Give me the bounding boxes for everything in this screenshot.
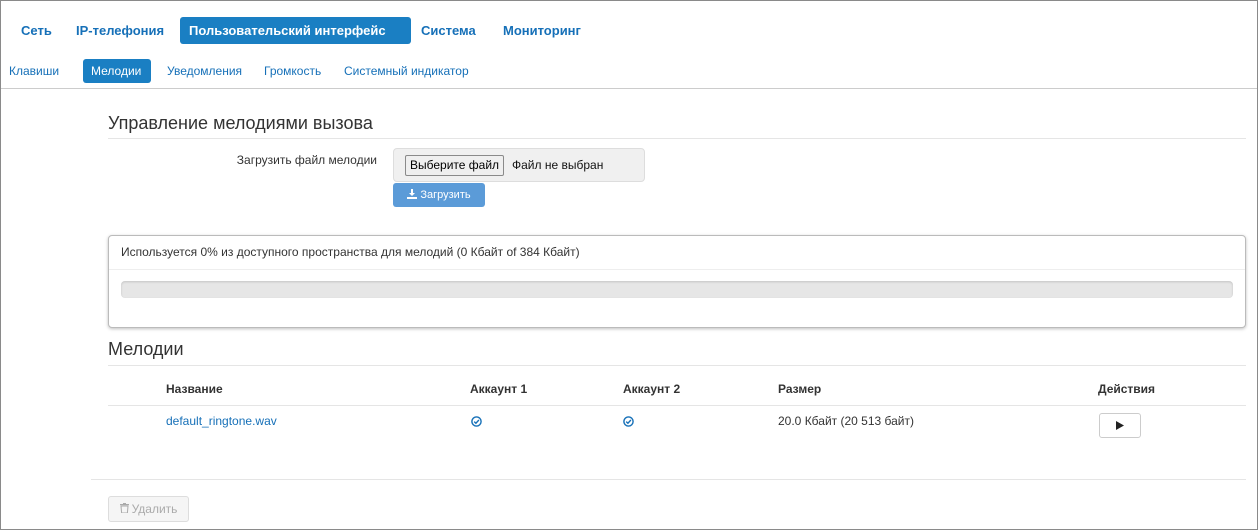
upload-button-label: Загрузить — [420, 189, 471, 201]
nav-user-interface[interactable]: Пользовательский интерфейс — [180, 17, 411, 44]
subnav-melodies[interactable]: Мелодии — [83, 59, 151, 83]
app-frame: Сеть IP-телефония Пользовательский интер… — [0, 0, 1258, 530]
column-header-size: Размер — [778, 382, 822, 396]
upload-button[interactable]: Загрузить — [393, 183, 485, 207]
footer-divider — [91, 479, 1246, 480]
section-divider — [108, 138, 1246, 139]
nav-network[interactable]: Сеть — [12, 17, 61, 44]
storage-panel-header: Используется 0% из доступного пространст… — [109, 236, 1245, 270]
nav-monitoring[interactable]: Мониторинг — [494, 17, 590, 44]
column-header-name: Название — [166, 382, 223, 396]
melody-size: 20.0 Кбайт (20 513 байт) — [778, 414, 914, 428]
play-icon — [1116, 419, 1124, 433]
delete-button-label: Удалить — [131, 502, 178, 516]
melodies-divider — [108, 365, 1246, 366]
check-circle-icon — [623, 416, 634, 427]
delete-button[interactable]: Удалить — [108, 496, 189, 522]
subnav-volume[interactable]: Громкость — [256, 59, 329, 83]
trash-icon — [119, 502, 129, 516]
table-header-divider — [108, 405, 1246, 406]
download-icon — [407, 188, 418, 202]
column-header-actions: Действия — [1098, 382, 1156, 396]
melodies-title: Мелодии — [108, 339, 184, 359]
check-circle-icon — [471, 416, 482, 427]
file-input: Выберите файл Файл не выбран — [393, 148, 645, 182]
storage-panel: Используется 0% из доступного пространст… — [108, 235, 1246, 328]
column-header-account1: Аккаунт 1 — [470, 382, 528, 396]
nav-ip-telephony[interactable]: IP-телефония — [67, 17, 173, 44]
subnav-system-indicator[interactable]: Системный индикатор — [336, 59, 477, 83]
storage-usage-text: Используется 0% из доступного пространст… — [121, 245, 580, 259]
storage-progress-bar — [121, 281, 1233, 298]
subnav-keys[interactable]: Клавиши — [1, 59, 67, 83]
upload-file-label: Загрузить файл мелодии — [236, 153, 377, 167]
play-button[interactable] — [1099, 413, 1141, 438]
subnav-notifications[interactable]: Уведомления — [159, 59, 250, 83]
file-status-text: Файл не выбран — [512, 158, 604, 172]
nav-divider — [1, 88, 1257, 89]
ringtone-management-title: Управление мелодиями вызова — [108, 113, 373, 133]
melody-name-link[interactable]: default_ringtone.wav — [166, 414, 277, 428]
column-header-account2: Аккаунт 2 — [623, 382, 681, 396]
choose-file-button[interactable]: Выберите файл — [405, 155, 505, 176]
nav-system[interactable]: Система — [412, 17, 485, 44]
